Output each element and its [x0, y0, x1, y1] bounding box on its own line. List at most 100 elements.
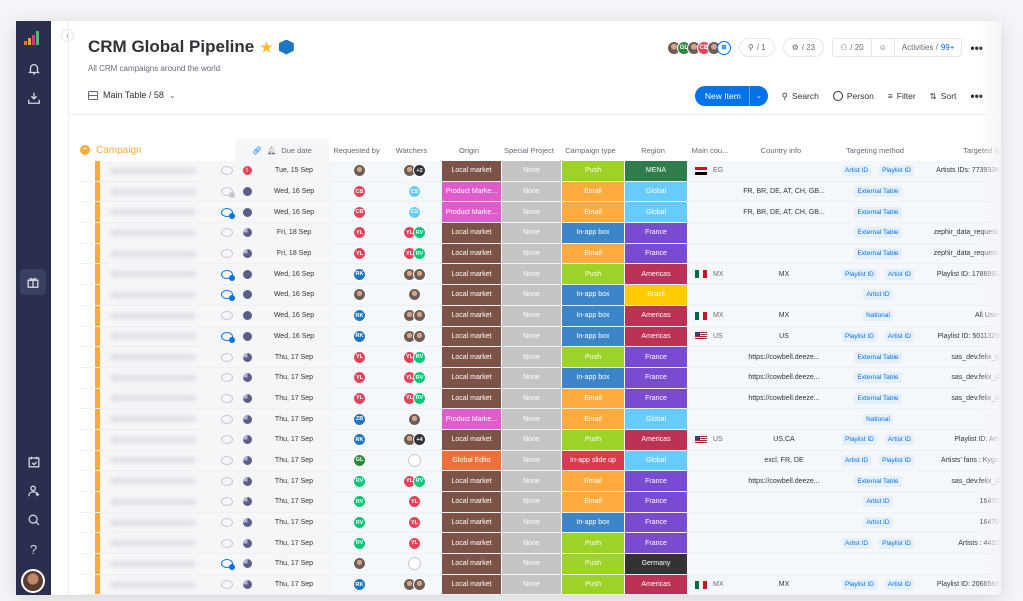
country-info-cell[interactable] — [739, 554, 829, 574]
due-date-cell[interactable]: Wed, 16 Sep — [256, 264, 332, 285]
updates-bubble-icon[interactable] — [221, 559, 235, 571]
targeting-tag[interactable]: National — [863, 413, 893, 425]
column-header-main-country[interactable]: Main cou... — [684, 146, 736, 155]
item-name-cell[interactable] — [100, 305, 216, 326]
empty-person-icon[interactable] — [408, 453, 421, 467]
updates-bubble-icon[interactable] — [221, 228, 233, 238]
requested-by-cell[interactable] — [332, 554, 387, 574]
updates-cell[interactable] — [216, 533, 238, 554]
requested-by-cell[interactable]: CB — [332, 202, 387, 223]
table-row[interactable]: Wed, 16 Sep RK Local market None Push America… — [80, 264, 1001, 286]
table-row[interactable]: Thu, 17 Sep RV YL RV Local market None Email Fr… — [80, 471, 1001, 492]
country-info-cell[interactable]: https://cowbell.deeze... — [739, 347, 829, 367]
targeting-tag[interactable]: External Table — [854, 351, 902, 363]
status-cell[interactable] — [238, 574, 256, 595]
main-country-cell[interactable] — [687, 512, 739, 533]
special-project-label[interactable]: None — [502, 181, 562, 202]
new-item-dropdown-icon[interactable]: ⌄ — [748, 86, 768, 106]
person-avatar[interactable] — [408, 412, 421, 426]
due-date-cell[interactable]: Wed, 16 Sep — [256, 305, 332, 326]
status-cell[interactable] — [238, 367, 256, 388]
watchers-cell[interactable]: +2 — [387, 161, 442, 181]
updates-cell[interactable] — [216, 554, 238, 574]
person-avatar[interactable]: RV — [353, 474, 366, 488]
bell-icon[interactable] — [16, 57, 51, 81]
requested-by-cell[interactable]: YL — [332, 243, 387, 264]
requested-by-cell[interactable]: RK — [332, 264, 387, 285]
updates-bubble-icon[interactable] — [221, 518, 233, 528]
integrations-button[interactable]: ⚲/ 1 — [738, 38, 775, 57]
watchers-cell[interactable]: YL RV — [387, 243, 442, 264]
updates-bubble-icon[interactable] — [221, 290, 235, 302]
watchers-cell[interactable]: CS — [387, 202, 442, 223]
targeting-tag[interactable]: Playlist ID — [841, 434, 877, 446]
item-name-cell[interactable] — [100, 554, 216, 574]
table-row[interactable]: Thu, 17 Sep RK Local market None Push America… — [80, 574, 1001, 595]
targeting-tag[interactable]: Artist ID — [884, 330, 915, 342]
requested-by-cell[interactable]: RK — [332, 326, 387, 347]
due-date-cell[interactable]: Tue, 15 Sep — [256, 161, 332, 181]
origin-label[interactable]: Local market — [442, 243, 502, 264]
updates-cell[interactable] — [216, 429, 238, 450]
watchers-cell[interactable]: CS — [387, 181, 442, 202]
view-selector[interactable]: Main Table / 58 ⌄ — [88, 90, 176, 100]
item-name-cell[interactable] — [100, 574, 216, 595]
requested-by-cell[interactable]: YL — [332, 367, 387, 388]
table-row[interactable]: Wed, 16 Sep CB CS Product Marke... None Email… — [80, 181, 1001, 203]
logo-icon[interactable] — [24, 31, 44, 45]
updates-bubble-icon[interactable] — [221, 373, 233, 383]
origin-label[interactable]: Local market — [442, 223, 502, 243]
origin-label[interactable]: Local market — [442, 492, 502, 512]
targeting-tag[interactable]: Artist ID — [863, 517, 893, 529]
updates-bubble-icon[interactable] — [221, 249, 233, 259]
requested-by-cell[interactable]: ZB — [332, 409, 387, 429]
targeting-method-cell[interactable]: External Table — [829, 243, 927, 264]
due-date-cell[interactable]: Thu, 17 Sep — [256, 554, 332, 574]
table-row[interactable]: Wed, 16 Sep CB CS Product Marke... None Email… — [80, 202, 1001, 224]
special-project-label[interactable]: None — [502, 202, 562, 223]
person-avatar[interactable]: YL — [353, 371, 366, 385]
person-avatar[interactable]: YL — [408, 536, 421, 550]
person-avatar[interactable] — [408, 288, 421, 302]
watchers-cell[interactable]: +4 — [387, 429, 442, 450]
table-row[interactable]: Thu, 17 Sep YL YL RV Local market None Push Fra… — [80, 347, 1001, 368]
due-date-cell[interactable]: Thu, 17 Sep — [256, 533, 332, 554]
country-info-cell[interactable]: https://cowbell.deeze... — [739, 471, 829, 491]
search-button[interactable]: ⚲ Search — [782, 91, 819, 102]
person-avatar[interactable]: RV — [353, 536, 366, 550]
column-header-watchers[interactable]: Watchers — [384, 146, 439, 155]
campaign-type-label[interactable]: Push — [562, 161, 625, 181]
targeting-method-cell[interactable]: Artist ID — [829, 512, 927, 533]
watchers-cell[interactable] — [387, 305, 442, 326]
person-avatar[interactable]: RV — [413, 371, 426, 385]
status-cell[interactable] — [238, 533, 256, 554]
watchers-cell[interactable] — [387, 450, 442, 471]
column-header-region[interactable]: Region — [622, 146, 684, 155]
new-item-button[interactable]: New Item ⌄ — [694, 86, 768, 106]
automations-button[interactable]: ⚙/ 23 — [782, 38, 825, 57]
updates-cell[interactable] — [216, 264, 238, 285]
targeting-method-cell[interactable]: External Table — [829, 347, 927, 367]
country-info-cell[interactable]: FR, BR, DE, AT, CH, GB... — [739, 181, 829, 202]
empty-person-icon[interactable] — [408, 557, 421, 571]
due-date-cell[interactable]: Wed, 16 Sep — [256, 326, 332, 347]
country-info-cell[interactable]: MX — [739, 574, 829, 595]
country-info-cell[interactable]: US,CA — [739, 429, 829, 450]
campaign-type-label[interactable]: Email — [562, 181, 625, 202]
item-name-cell[interactable] — [100, 512, 216, 533]
country-info-cell[interactable] — [739, 492, 829, 512]
person-avatar[interactable]: GL — [353, 453, 366, 467]
targeting-method-cell[interactable]: Artist ID Playlist ID — [829, 533, 927, 554]
targeting-method-cell[interactable]: External Table — [829, 388, 927, 409]
targeting-tag[interactable]: Artist ID — [863, 496, 893, 508]
region-label[interactable]: France — [625, 492, 687, 512]
column-header-due-date[interactable]: 🔗︎ 🔔︎ Due date — [235, 139, 329, 161]
table-row[interactable]: Wed, 16 Sep Local market None In-app box Bra… — [80, 285, 1001, 306]
item-name-cell[interactable] — [100, 367, 216, 388]
person-avatar[interactable]: RK — [353, 433, 366, 447]
targeting-tag[interactable]: Artist ID — [841, 454, 872, 466]
campaign-type-label[interactable]: Push — [562, 533, 625, 554]
special-project-label[interactable]: None — [502, 429, 562, 450]
special-project-label[interactable]: None — [502, 533, 562, 554]
help-icon[interactable]: ? — [16, 537, 51, 561]
